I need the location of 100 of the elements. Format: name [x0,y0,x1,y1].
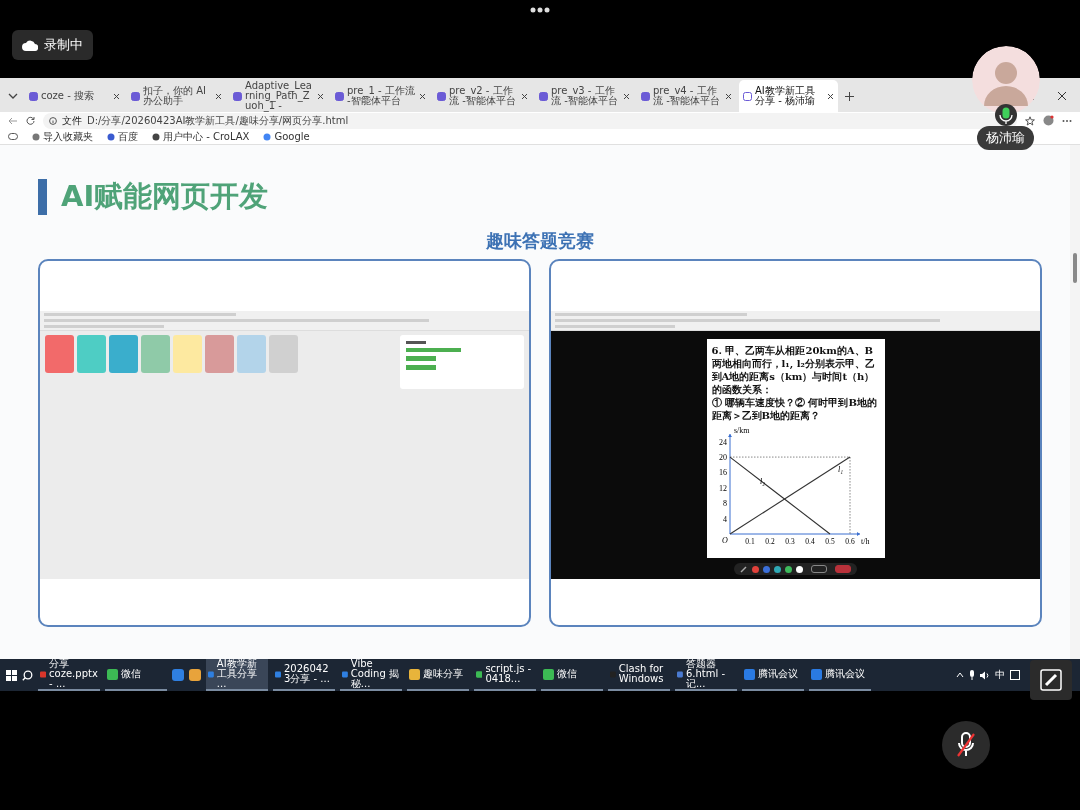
taskbar-app[interactable]: 腾讯会议 [809,659,871,691]
tab-favicon-icon [641,91,650,101]
bookmark[interactable]: 用户中心 - CroLAX [152,129,250,144]
color-swatch[interactable] [763,565,770,573]
taskbar-app[interactable]: 腾讯会议 [742,659,804,691]
mute-button[interactable] [942,721,990,769]
tab-favicon-icon [539,91,548,101]
close-icon[interactable] [215,92,222,100]
bookmark[interactable]: 导入收藏夹 [32,129,93,144]
browser-tab[interactable]: 扣子，你的 AI 办公助手 [127,80,226,112]
app-icon [40,668,47,680]
annotate-button[interactable] [1030,660,1072,700]
line-label: l₂ [759,477,765,486]
x-axis-label: t/h [860,537,869,546]
notification-icon[interactable] [1010,670,1020,680]
taskbar-app[interactable]: 分享coze.pptx - ... [38,659,100,691]
close-icon[interactable] [419,92,426,100]
microphone-icon[interactable] [969,670,975,680]
bookmark-favicon-icon [152,132,160,141]
browser-tab[interactable]: AI教学新工具分享 - 杨沛瑜 [739,80,838,112]
scrollbar[interactable] [1070,145,1080,659]
toolbar-button[interactable] [835,565,851,573]
reading-icon[interactable] [8,133,18,140]
origin-label: O [721,536,728,545]
bookmark-favicon-icon [263,132,272,141]
browser-tab[interactable]: coze - 搜索 [25,80,124,112]
back-icon[interactable] [8,116,18,125]
tab-favicon-icon [335,91,344,101]
avatar [972,46,1040,114]
taskbar-app[interactable]: Vibe Coding 揭秘... [340,659,402,691]
close-icon[interactable] [1058,92,1066,100]
app-icon [476,668,483,680]
bookmark[interactable]: 百度 [107,129,138,144]
y-tick-label: 24 [718,437,727,447]
y-tick-label: 20 [718,453,727,463]
browser-tab[interactable]: Adaptive_Learning_Path_Zuoh_1 - [229,80,328,112]
bookmark-favicon-icon [32,132,40,141]
search-icon[interactable] [22,669,33,681]
close-icon[interactable] [317,92,324,100]
close-icon[interactable] [521,92,528,100]
line-label: l₁ [837,465,843,475]
toolbar-button[interactable] [811,565,827,573]
address-field[interactable]: 文件 D:/分享/20260423AI教学新工具/趣味分享/网页分享.html [43,112,1017,129]
speaker-icon[interactable] [980,670,990,680]
y-axis-label: s/km [733,426,750,435]
browser-tab[interactable]: pre_v3 - 工作流 -智能体平台 [535,80,634,112]
tab-favicon-icon [437,91,446,101]
title-accent-bar [38,179,47,215]
chevron-down-icon[interactable] [8,92,18,100]
browser-tab[interactable]: pre_v4 - 工作流 -智能体平台 [637,80,736,112]
star-icon[interactable] [1025,115,1035,126]
microphone-icon [995,104,1017,126]
slide-title: AI赋能网页开发 [61,178,269,215]
taskbar-app[interactable]: 趣味分享 [407,659,469,691]
close-icon[interactable] [725,92,732,100]
taskbar-app[interactable]: script.js - 0418... [474,659,536,691]
browser-tab[interactable]: pre_1 - 工作流 -智能体平台 [331,80,430,112]
browser-tab[interactable]: pre_v2 - 工作流 -智能体平台 [433,80,532,112]
info-icon [49,116,57,125]
y-tick-label: 16 [718,468,727,478]
taskbar-app[interactable]: AI教学新工具分享 ... [206,659,268,691]
participant-name: 杨沛瑜 [977,126,1034,150]
tab-favicon-icon [29,91,38,101]
profile-icon[interactable] [1043,115,1054,126]
taskbar-app[interactable]: 20260423分享 - ... [273,659,335,691]
taskbar-app[interactable]: Clash for Windows [608,659,670,691]
close-icon[interactable] [623,92,630,100]
app-icon[interactable] [172,669,184,681]
tab-favicon-icon [743,91,752,101]
close-icon[interactable] [113,92,120,100]
tab-favicon-icon [131,91,140,101]
app-icon[interactable] [189,669,201,681]
app-icon [409,668,420,680]
taskbar-app[interactable]: 答题器6.html - 记... [675,659,737,691]
reload-icon[interactable] [26,116,35,125]
app-icon [107,668,118,680]
bookmark-favicon-icon [107,132,115,141]
app-icon [543,668,554,680]
more-icon[interactable] [1062,118,1072,123]
pen-icon[interactable] [740,565,748,573]
y-tick-label: 12 [718,483,727,493]
more-icon[interactable] [530,7,550,13]
recording-badge[interactable]: 录制中 [12,30,93,60]
taskbar-app[interactable]: 微信 [541,659,603,691]
app-icon [744,668,755,680]
y-tick-label: 4 [722,514,727,524]
windows-start-icon[interactable] [6,669,17,681]
taskbar-app[interactable]: 微信 [105,659,167,691]
plus-icon[interactable] [845,91,854,101]
bookmark[interactable]: Google [263,131,310,142]
color-swatch[interactable] [796,565,803,573]
color-swatch[interactable] [752,565,759,573]
input-method-indicator[interactable]: 中 [995,668,1005,682]
slide-subtitle: 趣味答题竞赛 [486,229,594,253]
cloud-icon [22,39,38,51]
color-swatch[interactable] [774,565,781,573]
question-text: ① 哪辆车速度快？② 何时甲到B地的距离＞乙到B地的距离？ [711,396,878,422]
close-icon[interactable] [827,92,834,100]
color-swatch[interactable] [785,565,792,573]
chevron-up-icon[interactable] [956,672,964,678]
